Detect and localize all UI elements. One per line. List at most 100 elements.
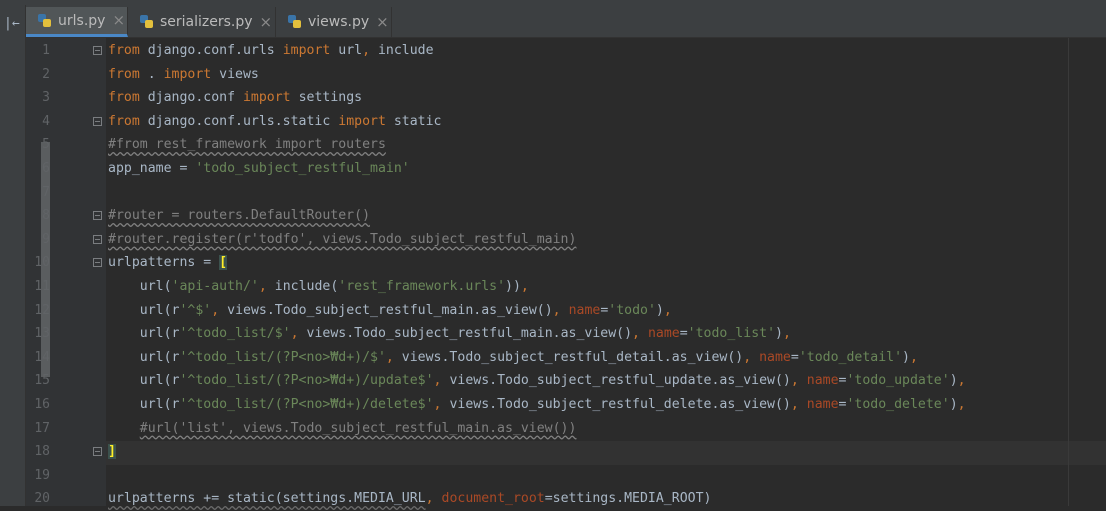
code-token: , — [385, 349, 394, 365]
fold-toggle-icon[interactable] — [93, 447, 102, 457]
tab-serializers-py[interactable]: serializers.py × — [128, 7, 276, 37]
code-token: , — [211, 302, 220, 318]
tab-label: serializers.py — [160, 14, 253, 30]
code-token: 'api-auth/' — [171, 279, 259, 294]
code-token: document_root — [441, 491, 545, 507]
code-line: app_name = 'todo_subject_restful_main' — [108, 157, 410, 181]
code-token: [ — [219, 255, 228, 271]
fold-toggle-icon[interactable] — [93, 258, 102, 268]
code-token: . — [139, 66, 164, 82]
pin-icon[interactable]: |← — [4, 16, 20, 32]
code-line: urlpatterns += static(settings.MEDIA_URL… — [108, 487, 711, 511]
line-number: 11 — [34, 279, 50, 294]
code-token: views.Todo_subject_restful_delete.as_vie… — [441, 397, 791, 412]
code-token: '^todo_list/(?P<no>₩d+)/update$' — [179, 373, 434, 389]
code-token: , — [663, 302, 672, 318]
code-token: django.conf.urls.static — [139, 113, 339, 129]
code-token: = — [790, 349, 799, 365]
line-number: 9 — [42, 231, 50, 247]
code-token: , — [743, 349, 752, 365]
code-token: import — [163, 66, 212, 82]
fold-toggle-icon[interactable] — [93, 116, 102, 126]
code-token: name — [647, 326, 680, 342]
line-number: 16 — [34, 397, 50, 412]
code-token: ] — [108, 444, 116, 460]
line-number: 2 — [42, 66, 50, 82]
right-margin-guide — [1068, 38, 1069, 506]
code-token: , — [957, 397, 966, 412]
code-token: , — [425, 491, 434, 507]
code-token: name — [568, 302, 601, 318]
line-number: 17 — [34, 420, 50, 436]
code-token: , — [433, 373, 442, 389]
fold-toggle-icon[interactable] — [93, 46, 102, 55]
left-tool-strip: |← — [0, 5, 26, 506]
code-token: , — [790, 397, 799, 412]
python-file-icon — [288, 15, 302, 29]
code-token: url(r — [108, 326, 180, 342]
close-icon[interactable]: × — [260, 14, 273, 30]
code-token: django.conf.urls — [139, 43, 283, 58]
tab-views-py[interactable]: views.py × — [276, 7, 392, 37]
code-token: #url('list', views.Todo_subject_restful_… — [139, 420, 577, 436]
close-icon[interactable]: × — [112, 13, 125, 28]
fold-toggle-icon[interactable] — [93, 211, 102, 221]
code-token: url(r — [108, 349, 180, 365]
line-number: 12 — [34, 302, 50, 318]
line-number: 14 — [34, 349, 50, 365]
code-token: =settings.MEDIA_ROOT) — [544, 491, 712, 507]
code-token: from — [108, 113, 140, 129]
fold-toggle-icon[interactable] — [93, 234, 102, 244]
code-line: #router.register(r'todfo', views.Todo_su… — [108, 228, 576, 252]
code-token: views — [211, 66, 259, 82]
code-token: views.Todo_subject_restful_detail.as_vie… — [393, 349, 744, 365]
code-line: #router = routers.DefaultRouter() — [108, 204, 370, 228]
code-line: url(r'^todo_list/(?P<no>₩d+)/delete$', v… — [108, 393, 966, 417]
line-number: 18 — [34, 444, 50, 460]
code-token: , — [258, 279, 267, 294]
code-token: ) — [775, 326, 783, 342]
code-token: 'todo_subject_restful_main' — [195, 161, 410, 176]
code-token: 'rest_framework.urls' — [338, 279, 506, 294]
code-line: from . import views — [108, 63, 259, 87]
line-number: 15 — [34, 373, 50, 389]
code-token: 'todo_update' — [846, 373, 950, 389]
tab-label: views.py — [308, 14, 370, 30]
code-token: url(r — [108, 302, 180, 318]
line-number: 5 — [42, 137, 50, 153]
code-token: ) — [655, 302, 664, 318]
code-token: ) — [902, 349, 910, 365]
code-token: 'todo' — [608, 302, 656, 318]
code-token: , — [957, 373, 966, 389]
code-token: import — [242, 90, 291, 106]
line-number: 10 — [34, 255, 50, 271]
code-token: from — [108, 43, 140, 58]
line-number: 19 — [34, 467, 50, 483]
close-icon[interactable]: × — [376, 14, 389, 30]
line-number-gutter: 1 2 3 4 5 6 7 8 9 10 11 12 13 14 15 16 17 18 19 20 — [26, 38, 106, 506]
line-number: 8 — [42, 208, 50, 224]
line-number: 3 — [42, 90, 50, 106]
tab-urls-py[interactable]: urls.py × — [26, 7, 128, 37]
code-token: 'todo_delete' — [846, 397, 950, 412]
code-line: from django.conf.urls.static import stat… — [108, 110, 441, 134]
code-token: , — [782, 326, 791, 342]
line-number: 6 — [42, 161, 50, 176]
code-token: views.Todo_subject_restful_main.as_view(… — [298, 326, 633, 342]
code-line: url(r'^todo_list/$', views.Todo_subject_… — [108, 322, 791, 346]
line-number: 20 — [34, 491, 50, 507]
code-token: #from rest_framework import routers — [108, 137, 386, 153]
code-token: , — [433, 397, 442, 412]
code-token: urlpatterns += static(settings.MEDIA_URL — [108, 491, 426, 507]
code-token: from — [108, 66, 140, 82]
code-token: import — [338, 113, 386, 129]
code-line: ] — [108, 440, 116, 464]
code-editor[interactable]: from django.conf.urls import url, includ… — [106, 38, 1106, 506]
code-token: , — [790, 373, 799, 389]
current-line-highlight — [106, 441, 1106, 465]
code-line: #url('list', views.Todo_subject_restful_… — [108, 417, 577, 441]
code-token: urlpatterns = — [108, 255, 220, 271]
